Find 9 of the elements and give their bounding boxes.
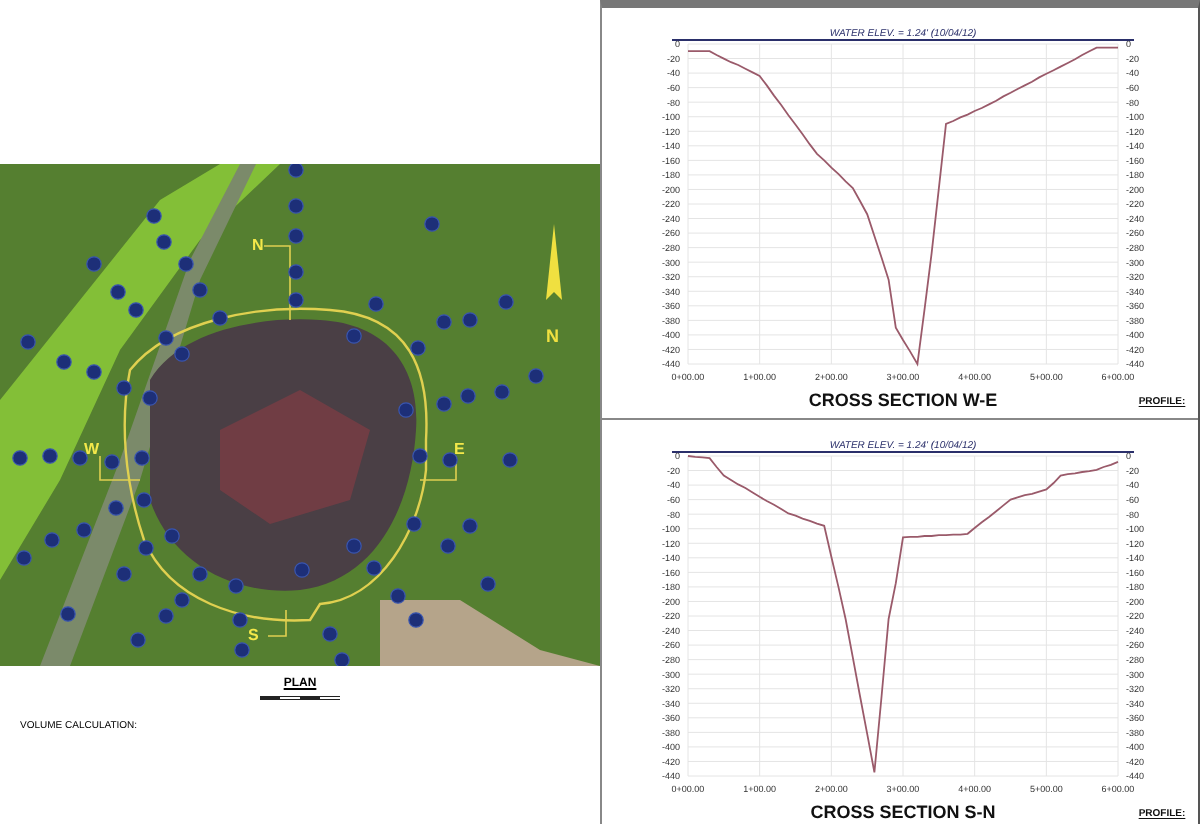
chart-title: CROSS SECTION W-E xyxy=(808,390,998,410)
chart-title: CROSS SECTION S-N xyxy=(810,802,996,822)
section-marker-label: S xyxy=(248,626,259,646)
north-label: N xyxy=(546,326,559,346)
section-marker-label: N xyxy=(252,236,264,256)
section-marker-label: W xyxy=(84,440,100,460)
section-marker-label: E xyxy=(454,440,465,460)
scale-bar-icon xyxy=(260,694,340,702)
north-arrow-icon xyxy=(546,224,562,300)
